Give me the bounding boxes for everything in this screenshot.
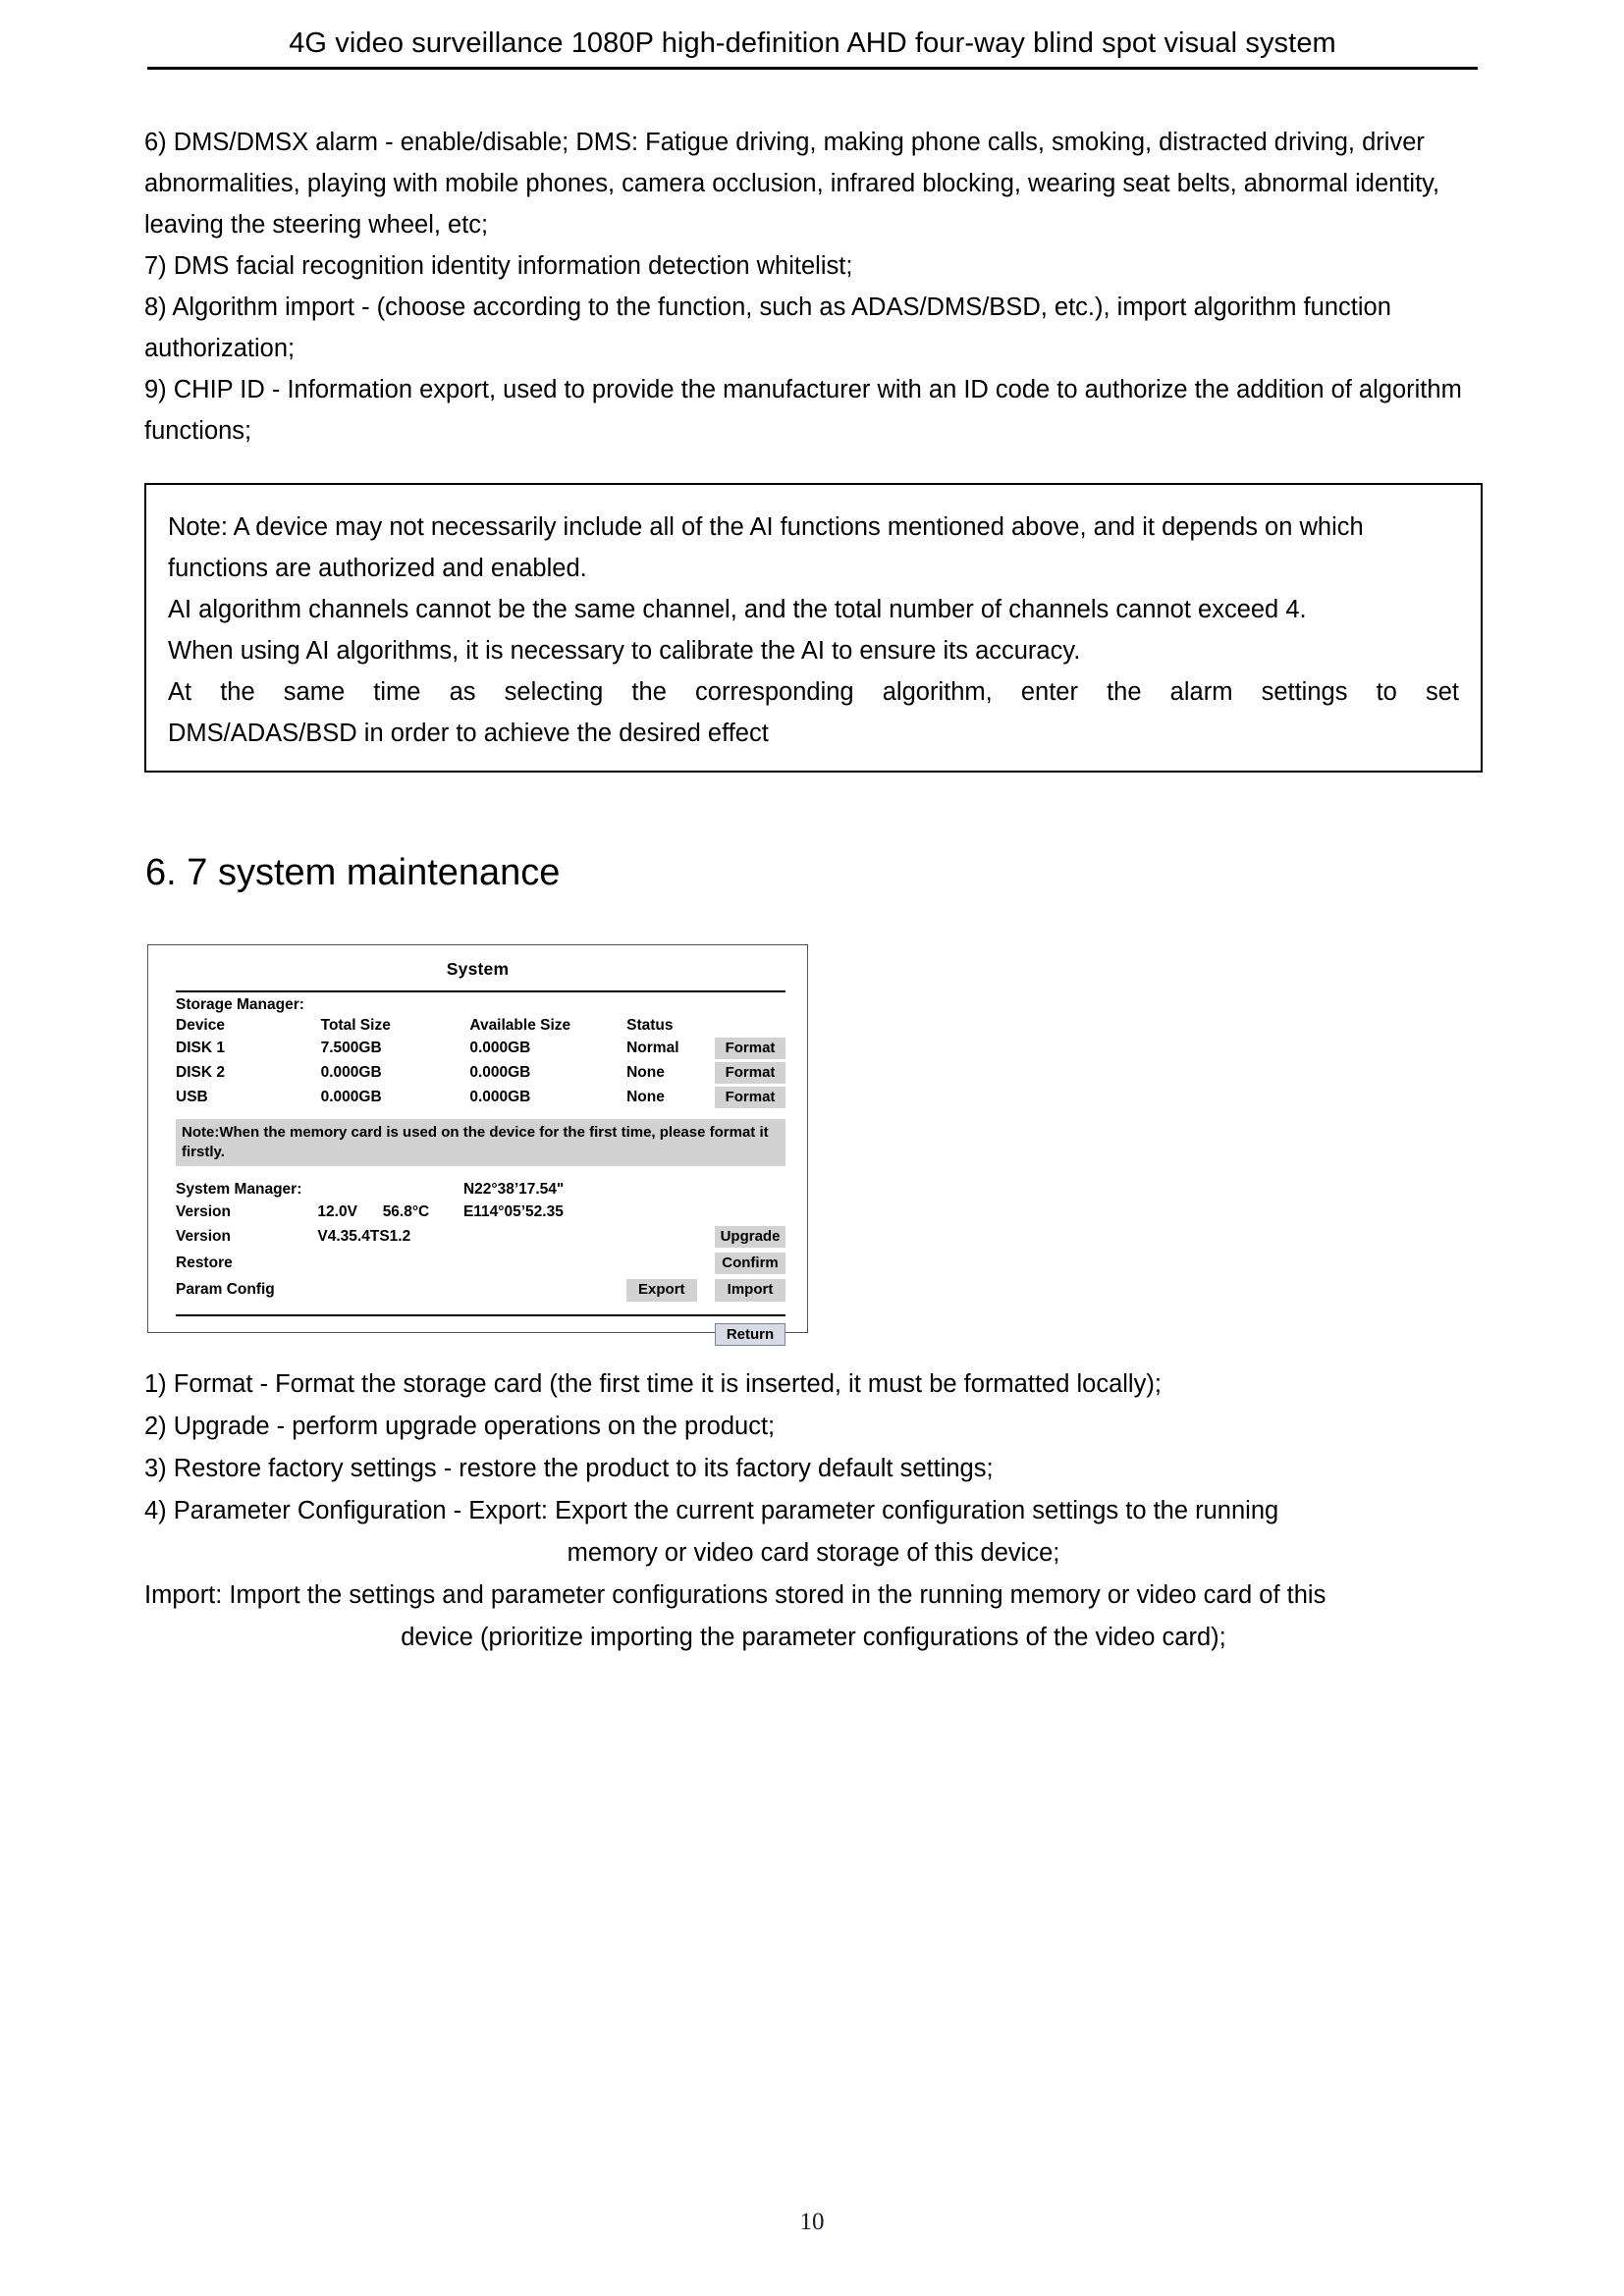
version-value: V4.35.4TS1.2: [317, 1227, 411, 1245]
table-row: DISK 2 0.000GB 0.000GB None Format: [176, 1060, 785, 1085]
body-paragraph-7: 7) DMS facial recognition identity infor…: [144, 252, 853, 280]
storage-total-size: 7.500GB: [320, 1039, 382, 1056]
document-page: 4G video surveillance 1080P high-definit…: [0, 0, 1624, 2296]
page-number: 10: [799, 2209, 825, 2235]
storage-available-size: 0.000GB: [469, 1039, 531, 1056]
column-header-action: [715, 1015, 785, 1036]
list-item-1: 1) Format - Format the storage card (the…: [144, 1370, 1162, 1398]
column-header-available-size: Available Size: [469, 1016, 571, 1034]
list-item-4: 4) Parameter Configuration - Export: Exp…: [144, 1497, 1279, 1524]
note-line-3: When using AI algorithms, it is necessar…: [168, 637, 1081, 665]
format-button-usb[interactable]: Format: [715, 1087, 785, 1109]
export-button[interactable]: Export: [625, 1279, 697, 1302]
format-button-disk2[interactable]: Format: [715, 1061, 785, 1084]
import-button[interactable]: Import: [715, 1279, 785, 1302]
storage-status: None: [626, 1063, 665, 1081]
system-manager-table: System Manager: N22°38’17.54ʺ Version 12…: [176, 1178, 785, 1304]
page-header: 4G video surveillance 1080P high-definit…: [147, 26, 1478, 71]
restore-label: Restore: [176, 1255, 233, 1272]
storage-format-note: Note:When the memory card is used on the…: [176, 1118, 785, 1167]
gps-longitude-value: E114°05’52.35: [462, 1202, 564, 1220]
storage-status: None: [626, 1089, 665, 1106]
return-button[interactable]: Return: [715, 1323, 785, 1347]
storage-device-name: DISK 2: [176, 1063, 225, 1081]
confirm-button[interactable]: Confirm: [715, 1253, 785, 1275]
note-line-4: At the same time as selecting the corres…: [168, 678, 1459, 706]
feature-list-block: 1) Format - Format the storage card (the…: [144, 1363, 1483, 1659]
version-power-label: Version: [176, 1202, 231, 1220]
voltage-value: 12.0V: [317, 1202, 357, 1220]
column-header-status: Status: [626, 1016, 674, 1034]
note-callout-box: Note: A device may not necessarily inclu…: [144, 483, 1483, 773]
body-text-block: 6) DMS/DMSX alarm - enable/disable; DMS:…: [144, 122, 1483, 452]
storage-total-size: 0.000GB: [320, 1063, 382, 1081]
storage-available-size: 0.000GB: [469, 1063, 531, 1081]
table-row: Version 12.0V 56.8°C E114°05’52.35: [176, 1201, 785, 1223]
storage-device-name: USB: [176, 1089, 208, 1106]
body-paragraph-9: 9) CHIP ID - Information export, used to…: [144, 376, 1462, 445]
storage-device-name: DISK 1: [176, 1039, 225, 1056]
section-heading: 6. 7 system maintenance: [145, 852, 561, 893]
temperature-value: 56.8°C: [382, 1202, 430, 1220]
table-row: USB 0.000GB 0.000GB None Format: [176, 1086, 785, 1110]
header-title: 4G video surveillance 1080P high-definit…: [289, 27, 1336, 59]
table-row: DISK 1 7.500GB 0.000GB Normal Format: [176, 1036, 785, 1060]
storage-table-header-row: Device Total Size Available Size Status: [176, 1015, 785, 1036]
system-manager-label: System Manager:: [176, 1180, 302, 1198]
note-line-2: AI algorithm channels cannot be the same…: [168, 596, 1307, 623]
list-item-import-continued: device (prioritize importing the paramet…: [401, 1624, 1226, 1651]
column-header-device: Device: [176, 1016, 225, 1034]
table-row: Param Config Export Import: [176, 1277, 785, 1304]
table-row: Restore Confirm: [176, 1251, 785, 1277]
upgrade-button[interactable]: Upgrade: [715, 1225, 785, 1249]
storage-manager-label: Storage Manager:: [176, 996, 304, 1013]
storage-table: Device Total Size Available Size Status …: [176, 1015, 785, 1110]
table-row: Version V4.35.4TS1.2 Upgrade: [176, 1223, 785, 1250]
param-config-label: Param Config: [176, 1281, 275, 1299]
body-paragraph-8: 8) Algorithm import - (choose according …: [144, 294, 1391, 362]
list-item-4-continued: memory or video card storage of this dev…: [567, 1539, 1060, 1567]
column-header-total-size: Total Size: [320, 1016, 391, 1034]
gps-latitude-value: N22°38’17.54ʺ: [462, 1180, 565, 1198]
system-manager-header-row: System Manager: N22°38’17.54ʺ: [176, 1178, 785, 1201]
header-divider: [147, 67, 1478, 71]
device-panel-top-divider: [176, 990, 785, 992]
storage-available-size: 0.000GB: [469, 1089, 531, 1106]
list-item-3: 3) Restore factory settings - restore th…: [144, 1455, 994, 1482]
device-system-screenshot: System Storage Manager: Device Total Siz…: [147, 944, 808, 1347]
version-label: Version: [176, 1227, 231, 1245]
list-item-import: Import: Import the settings and paramete…: [144, 1581, 1326, 1609]
body-paragraph-6: 6) DMS/DMSX alarm - enable/disable; DMS:…: [144, 129, 1440, 239]
device-panel-title: System: [446, 959, 510, 979]
device-panel-bottom-divider: [176, 1314, 785, 1317]
storage-status: Normal: [626, 1039, 679, 1056]
storage-total-size: 0.000GB: [320, 1089, 382, 1106]
format-button-disk1[interactable]: Format: [715, 1037, 785, 1059]
note-line-1: Note: A device may not necessarily inclu…: [168, 513, 1364, 582]
list-item-2: 2) Upgrade - perform upgrade operations …: [144, 1413, 776, 1440]
note-line-5: DMS/ADAS/BSD in order to achieve the des…: [168, 720, 769, 747]
